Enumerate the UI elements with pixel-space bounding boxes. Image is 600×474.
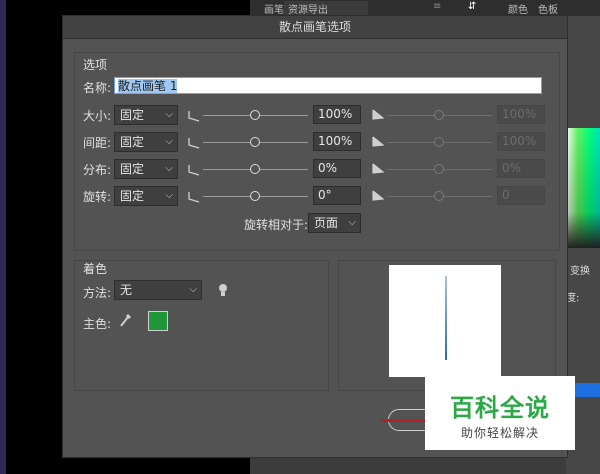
size-value-field[interactable]: 100% xyxy=(313,105,361,124)
rotation-mode-value: 固定 xyxy=(120,189,145,203)
left-edge xyxy=(0,0,6,474)
rotation-value-field[interactable]: 0° xyxy=(313,186,361,205)
spacing-mode-select[interactable]: 固定 ⌵ xyxy=(114,132,178,152)
scatter-slider-knob[interactable] xyxy=(250,164,260,174)
rotation-label: 旋转: xyxy=(83,190,112,204)
annotation-arrow xyxy=(381,419,427,422)
name-input[interactable]: 散点画笔 1 xyxy=(114,77,542,94)
rotation-mode-select[interactable]: 固定 ⌵ xyxy=(114,186,178,206)
coloring-method-select[interactable]: 无 ⌵ xyxy=(114,280,202,300)
chevron-down-icon: ⌵ xyxy=(165,109,173,120)
rotation-max-field[interactable]: 0 xyxy=(497,186,545,205)
rotation-slider-knob[interactable] xyxy=(250,191,260,201)
spacing-mode-value: 固定 xyxy=(120,135,145,149)
scatter-mode-value: 固定 xyxy=(120,162,145,176)
spacing-label: 间距: xyxy=(83,136,112,150)
chevron-down-icon: ⌵ xyxy=(165,163,173,174)
pressure-pen-icon xyxy=(372,163,384,174)
degree-label: 度: xyxy=(566,293,580,304)
topbar-swatches-tab[interactable]: 色板 xyxy=(538,1,558,16)
topbar-menu-icon[interactable]: ≡ xyxy=(433,1,441,12)
size-max-slider-knob[interactable] xyxy=(434,110,444,120)
coloring-method-value: 无 xyxy=(120,283,133,297)
topbar-handle-icon[interactable]: ⇵ xyxy=(468,1,476,12)
pressure-pen-icon xyxy=(372,136,384,147)
watermark: 百科全说 助你轻松解决 xyxy=(425,376,575,450)
topbar-brush-tab[interactable]: 画笔 xyxy=(264,1,284,16)
transform-tab[interactable]: 变换 xyxy=(570,262,590,277)
pressure-pen-icon xyxy=(372,109,384,120)
scatter-label: 分布: xyxy=(83,163,112,177)
topbar-export-tab[interactable]: 资源导出 xyxy=(284,1,368,16)
lightbulb-tip-icon[interactable] xyxy=(217,283,229,297)
background-topbar: 画笔 资源导出 ≡ ⇵ 颜色 色板 xyxy=(250,0,600,16)
brush-preview-stroke xyxy=(445,276,447,360)
name-input-value: 散点画笔 1 xyxy=(118,79,178,93)
dialog-title: 散点画笔选项 xyxy=(63,16,567,39)
pressure-pen-icon xyxy=(188,192,200,203)
chevron-down-icon: ⌵ xyxy=(165,190,173,201)
name-label: 名称: xyxy=(83,81,112,95)
scatter-max-field[interactable]: 0% xyxy=(497,159,545,178)
selection-highlight xyxy=(575,383,600,397)
size-mode-select[interactable]: 固定 ⌵ xyxy=(114,105,178,125)
key-color-label: 主色: xyxy=(83,317,112,331)
spacing-slider-knob[interactable] xyxy=(250,137,260,147)
pressure-pen-icon xyxy=(188,111,200,122)
pressure-pen-icon xyxy=(188,165,200,176)
chevron-down-icon: ⌵ xyxy=(189,284,197,295)
pressure-pen-icon xyxy=(188,138,200,149)
size-label: 大小: xyxy=(83,109,112,123)
color-spectrum[interactable] xyxy=(566,128,600,248)
method-label: 方法: xyxy=(83,286,112,300)
topbar-color-tab[interactable]: 颜色 xyxy=(508,1,528,16)
spacing-max-slider-knob[interactable] xyxy=(434,137,444,147)
size-slider-knob[interactable] xyxy=(250,110,260,120)
watermark-subtitle: 助你轻松解决 xyxy=(460,426,539,440)
options-section-label: 选项 xyxy=(83,58,108,72)
spacing-max-field[interactable]: 100% xyxy=(497,132,545,151)
rotation-relative-select[interactable]: 页面 ⌵ xyxy=(308,213,361,233)
scatter-max-slider-knob[interactable] xyxy=(434,164,444,174)
size-mode-value: 固定 xyxy=(120,108,145,122)
key-color-swatch[interactable] xyxy=(148,311,168,331)
scatter-value-field[interactable]: 0% xyxy=(313,159,361,178)
rotation-relative-value: 页面 xyxy=(314,216,339,230)
eyedropper-icon[interactable] xyxy=(119,312,133,328)
spacing-value-field[interactable]: 100% xyxy=(313,132,361,151)
scatter-mode-select[interactable]: 固定 ⌵ xyxy=(114,159,178,179)
coloring-section-label: 着色 xyxy=(83,262,108,276)
chevron-down-icon: ⌵ xyxy=(165,136,173,147)
pressure-pen-icon xyxy=(372,190,384,201)
chevron-down-icon: ⌵ xyxy=(348,217,356,228)
watermark-title: 百科全说 xyxy=(450,394,550,422)
rotation-relative-label: 旋转相对于: xyxy=(244,218,309,232)
rotation-max-slider-knob[interactable] xyxy=(434,191,444,201)
size-max-field[interactable]: 100% xyxy=(497,105,545,124)
